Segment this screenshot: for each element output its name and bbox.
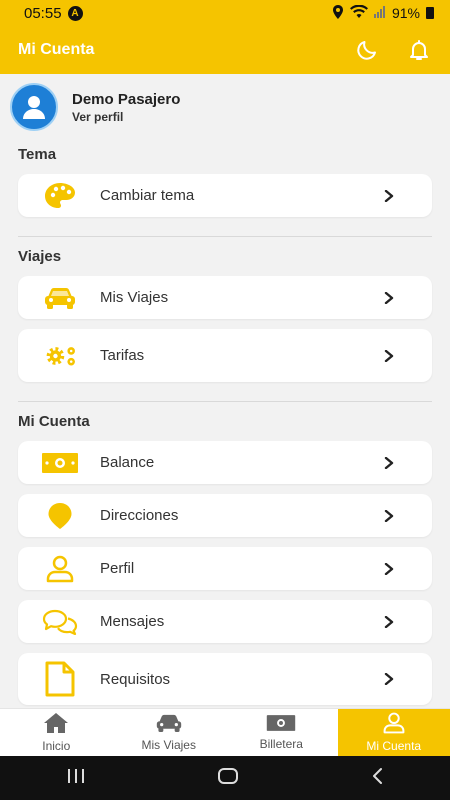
bell-icon[interactable]: [406, 37, 432, 63]
system-nav-bar: [0, 756, 450, 800]
chevron-right-icon: [384, 291, 394, 304]
notification-badge: A: [67, 5, 83, 21]
profile-name: Demo Pasajero: [72, 90, 181, 108]
battery-level: 91%: [391, 5, 420, 21]
map-pin-icon: [40, 502, 80, 530]
nav-label: Inicio: [42, 739, 71, 753]
back-icon[interactable]: [370, 767, 384, 790]
chevron-right-icon: [384, 349, 394, 362]
recent-apps-icon[interactable]: [66, 768, 86, 789]
nav-item-inicio[interactable]: Inicio: [0, 709, 113, 756]
menu-item-tarifas[interactable]: Tarifas: [18, 329, 432, 382]
gears-icon: [40, 339, 80, 373]
home-button-icon[interactable]: [217, 767, 239, 790]
chevron-right-icon: [384, 456, 394, 469]
status-time: 05:55: [24, 4, 62, 22]
home-icon: [43, 712, 69, 737]
avatar: [10, 83, 58, 131]
menu-item-label: Mis Viajes: [100, 289, 169, 306]
menu-item-label: Balance: [100, 454, 155, 471]
wifi-icon: [349, 4, 368, 22]
nav-item-billetera[interactable]: Billetera: [225, 709, 338, 756]
menu-item-direcciones[interactable]: Direcciones: [18, 494, 432, 537]
section-title-viajes: Viajes: [18, 248, 62, 265]
chevron-right-icon: [384, 615, 394, 628]
menu-item-label: Requisitos: [100, 670, 171, 688]
divider: [18, 401, 432, 402]
profile-summary[interactable]: Demo Pasajero Ver perfil: [10, 83, 180, 131]
nav-label: Mis Viajes: [141, 738, 196, 752]
menu-item-label: Cambiar tema: [100, 187, 195, 204]
cash-icon: [266, 714, 296, 735]
chevron-right-icon: [384, 189, 394, 202]
menu-item-label: Perfil: [100, 560, 135, 577]
location-icon: [332, 4, 344, 22]
menu-item-mis-viajes[interactable]: Mis Viajes: [18, 276, 432, 319]
app-header: Mi Cuenta: [0, 26, 450, 74]
chevron-right-icon: [384, 673, 394, 685]
nav-item-mis-viajes[interactable]: Mis Viajes: [113, 709, 226, 756]
bottom-nav: Inicio Mis Viajes Billetera Mi Cuenta: [0, 708, 450, 756]
moon-icon[interactable]: [354, 37, 380, 63]
menu-item-requisitos[interactable]: Requisitos: [18, 653, 432, 705]
view-profile-link[interactable]: Ver perfil: [72, 110, 180, 124]
menu-item-label: Tarifas: [100, 347, 145, 364]
menu-item-perfil[interactable]: Perfil: [18, 547, 432, 590]
signal-icon: [373, 5, 386, 21]
chat-icon: [40, 609, 80, 635]
nav-label: Mi Cuenta: [366, 739, 422, 753]
menu-item-label: Direcciones: [100, 507, 179, 524]
section-title-mi-cuenta: Mi Cuenta: [18, 413, 90, 430]
car-icon: [40, 287, 80, 309]
divider: [18, 236, 432, 237]
car-icon: [156, 713, 182, 736]
page-title: Mi Cuenta: [18, 41, 95, 58]
cash-icon: [40, 452, 80, 474]
menu-item-balance[interactable]: Balance: [18, 441, 432, 484]
battery-icon: [426, 7, 434, 19]
user-icon: [40, 555, 80, 583]
palette-icon: [40, 182, 80, 210]
section-title-tema: Tema: [18, 146, 57, 163]
menu-item-cambiar-tema[interactable]: Cambiar tema: [18, 174, 432, 217]
nav-item-mi-cuenta[interactable]: Mi Cuenta: [337, 709, 450, 756]
menu-item-label: Mensajes: [100, 613, 165, 630]
user-icon: [382, 712, 406, 737]
document-icon: [40, 661, 80, 697]
chevron-right-icon: [384, 562, 394, 575]
menu-item-mensajes[interactable]: Mensajes: [18, 600, 432, 643]
status-bar: 05:55 A 91%: [0, 0, 450, 26]
nav-label: Billetera: [259, 737, 303, 751]
chevron-right-icon: [384, 509, 394, 522]
